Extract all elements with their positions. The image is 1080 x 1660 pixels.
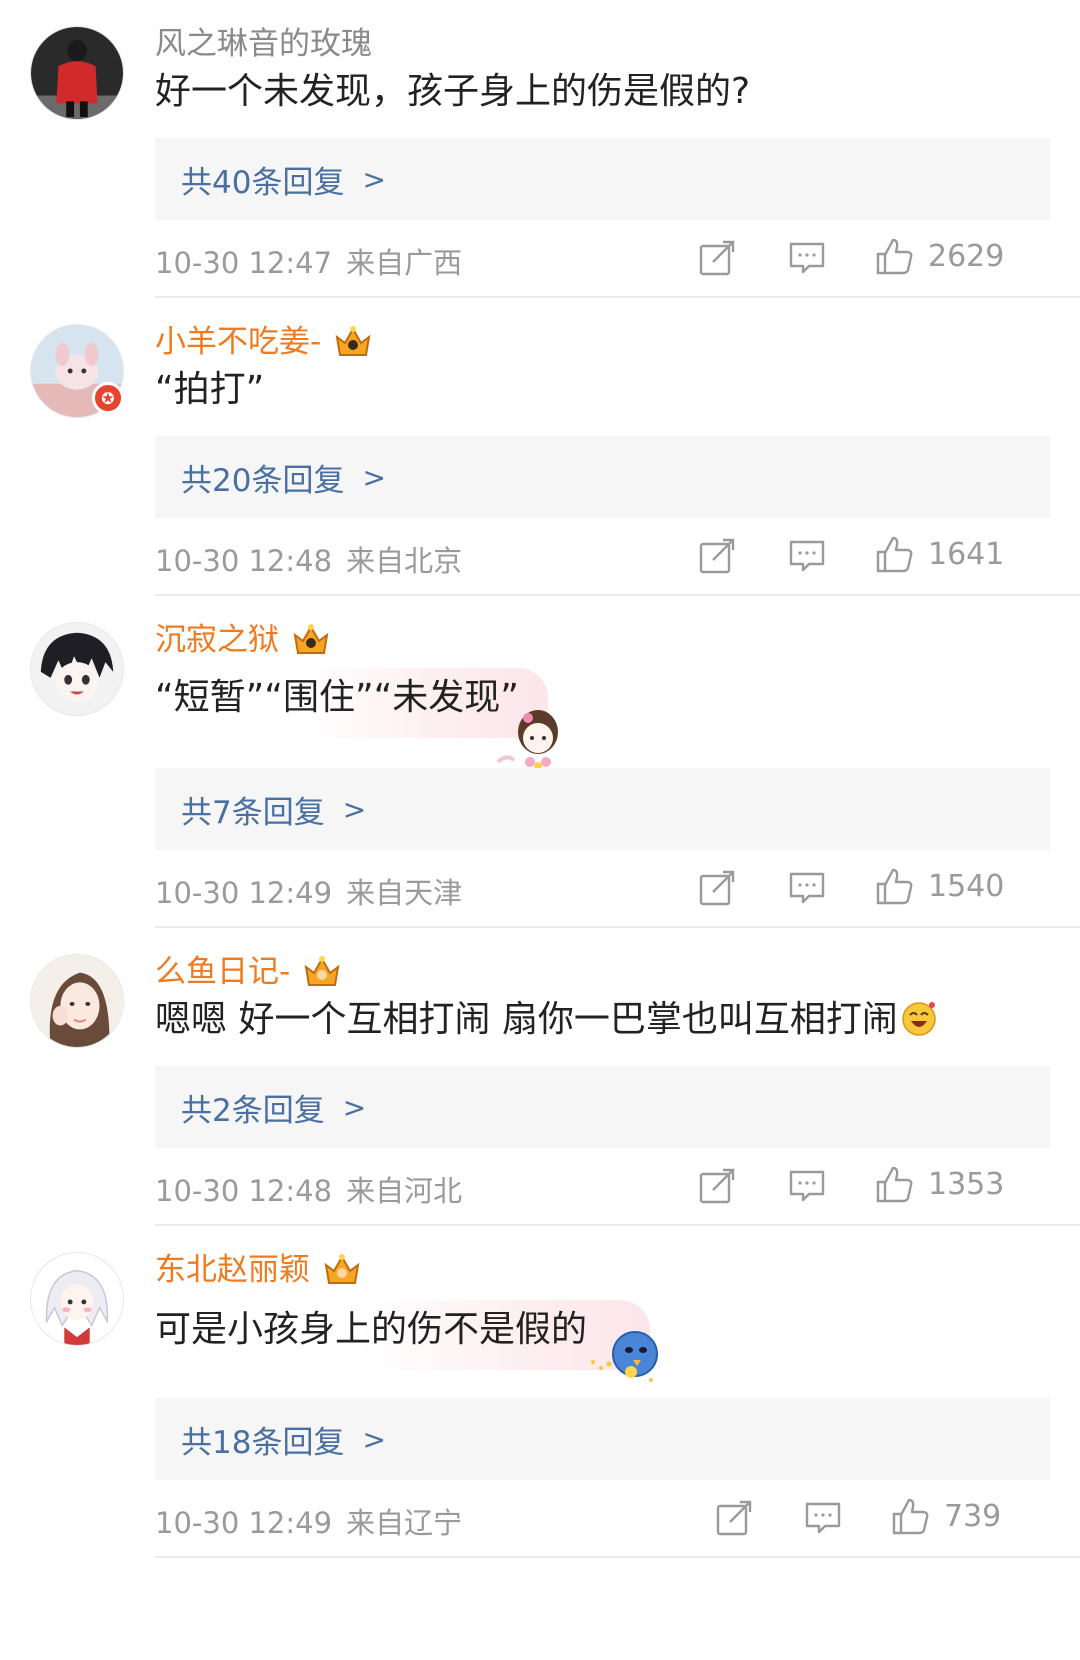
location: 来自天津 bbox=[346, 876, 463, 910]
username[interactable]: 沉寂之狱 bbox=[155, 620, 333, 660]
divider bbox=[155, 594, 1080, 596]
comment-meta: 10-30 12:49 来自辽宁 bbox=[155, 1500, 462, 1542]
thumbs-up-icon[interactable] bbox=[874, 866, 914, 906]
username-text[interactable]: 沉寂之狱 bbox=[155, 620, 279, 660]
comment-text: 好一个未发现，孩子身上的伤是假的? bbox=[155, 71, 751, 112]
avatar[interactable] bbox=[30, 26, 124, 120]
username[interactable]: 风之琳音的玫瑰 bbox=[155, 24, 372, 64]
thumbs-up-icon[interactable] bbox=[890, 1496, 930, 1536]
username-text[interactable]: 东北赵丽颖 bbox=[155, 1250, 310, 1290]
verified-badge-icon: ✪ bbox=[92, 382, 124, 414]
girl-sticker-icon bbox=[494, 698, 570, 774]
username-text[interactable]: 小羊不吃姜- bbox=[155, 322, 321, 362]
comment-meta: 10-30 12:48 来自北京 bbox=[155, 538, 462, 580]
chevron-right-icon: > bbox=[362, 162, 386, 196]
divider bbox=[155, 296, 1080, 298]
chevron-right-icon: > bbox=[362, 460, 386, 494]
comment-meta: 10-30 12:48 来自河北 bbox=[155, 1168, 462, 1210]
comment-bubble-icon[interactable] bbox=[803, 1498, 843, 1538]
avatar[interactable] bbox=[30, 954, 124, 1048]
avatar[interactable] bbox=[30, 622, 124, 716]
crown-badge-icon bbox=[320, 1251, 364, 1289]
replies-label: 共18条回复 bbox=[181, 1424, 345, 1461]
thumbs-up-icon[interactable] bbox=[874, 534, 914, 574]
username[interactable]: 东北赵丽颖 bbox=[155, 1250, 364, 1290]
username-text[interactable]: 风之琳音的玫瑰 bbox=[155, 24, 372, 64]
share-square-icon[interactable] bbox=[697, 1166, 737, 1206]
comment-text: “拍打” bbox=[155, 369, 265, 410]
crown-badge-icon bbox=[289, 621, 333, 659]
crown-badge-icon bbox=[300, 953, 344, 991]
timestamp: 10-30 12:49 bbox=[155, 1506, 333, 1540]
replies-label: 共7条回复 bbox=[181, 794, 325, 831]
like-count: 2629 bbox=[928, 239, 1005, 274]
replies-link[interactable]: 共18条回复 > bbox=[155, 1398, 1050, 1480]
comment-bubble-icon[interactable] bbox=[787, 1166, 827, 1206]
timestamp: 10-30 12:49 bbox=[155, 876, 333, 910]
share-square-icon[interactable] bbox=[697, 238, 737, 278]
comment-bubble-icon[interactable] bbox=[787, 238, 827, 278]
like-count: 1353 bbox=[928, 1167, 1005, 1202]
chevron-right-icon: > bbox=[362, 1422, 386, 1456]
share-square-icon[interactable] bbox=[697, 536, 737, 576]
timestamp: 10-30 12:48 bbox=[155, 544, 333, 578]
comment-bubble-icon[interactable] bbox=[787, 536, 827, 576]
username[interactable]: 小羊不吃姜- bbox=[155, 322, 375, 362]
share-square-icon[interactable] bbox=[714, 1498, 754, 1538]
comment-meta: 10-30 12:47 来自广西 bbox=[155, 240, 462, 282]
divider bbox=[155, 1224, 1080, 1226]
thumbs-up-icon[interactable] bbox=[874, 236, 914, 276]
replies-link[interactable]: 共40条回复 > bbox=[155, 138, 1050, 220]
like-count: 1540 bbox=[928, 869, 1005, 904]
timestamp: 10-30 12:47 bbox=[155, 246, 333, 280]
like-count: 739 bbox=[944, 1499, 1002, 1534]
comment-text: 嗯嗯 好一个互相打闹 扇你一巴掌也叫互相打闹 bbox=[155, 996, 938, 1044]
like-count: 1641 bbox=[928, 537, 1005, 572]
comment-meta: 10-30 12:49 来自天津 bbox=[155, 870, 462, 912]
thumbs-up-icon[interactable] bbox=[874, 1164, 914, 1204]
location: 来自辽宁 bbox=[346, 1506, 463, 1540]
comment-bubble-icon[interactable] bbox=[787, 868, 827, 908]
location: 来自北京 bbox=[346, 544, 463, 578]
share-square-icon[interactable] bbox=[697, 868, 737, 908]
username[interactable]: 么鱼日记- bbox=[155, 952, 344, 992]
comment-text-content: 嗯嗯 好一个互相打闹 扇你一巴掌也叫互相打闹 bbox=[155, 999, 898, 1040]
replies-label: 共20条回复 bbox=[181, 462, 345, 499]
replies-label: 共2条回复 bbox=[181, 1092, 325, 1129]
avatar[interactable] bbox=[30, 1252, 124, 1346]
comment-text: “短暂”“围住”“未发现” bbox=[155, 677, 519, 718]
comment-text: 可是小孩身上的伤不是假的 bbox=[155, 1309, 588, 1350]
divider bbox=[155, 926, 1080, 928]
laughing-emoji-icon bbox=[900, 999, 938, 1037]
chevron-right-icon: > bbox=[342, 1090, 367, 1124]
location: 来自河北 bbox=[346, 1174, 463, 1208]
location: 来自广西 bbox=[346, 246, 463, 280]
replies-link[interactable]: 共2条回复 > bbox=[155, 1066, 1050, 1148]
timestamp: 10-30 12:48 bbox=[155, 1174, 333, 1208]
crown-badge-icon bbox=[331, 323, 375, 361]
bird-sticker-icon bbox=[585, 1322, 661, 1398]
username-text[interactable]: 么鱼日记- bbox=[155, 952, 290, 992]
replies-label: 共40条回复 bbox=[181, 164, 345, 201]
replies-link[interactable]: 共7条回复 > bbox=[155, 768, 1050, 850]
divider bbox=[155, 1556, 1080, 1558]
chevron-right-icon: > bbox=[342, 792, 367, 826]
replies-link[interactable]: 共20条回复 > bbox=[155, 436, 1050, 518]
